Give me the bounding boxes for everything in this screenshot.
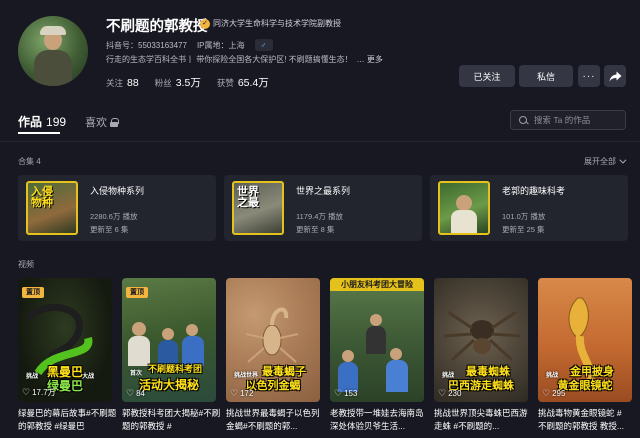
video-card[interactable]: 置顶 挑战 大战 黑曼巴 绿曼巴 ♡ 17.7万 xyxy=(18,278,112,402)
stat-likes: 获赞 65.4万 xyxy=(216,77,269,89)
video-likes: ♡ 172 xyxy=(230,388,254,399)
tab-likes[interactable]: 喜欢 xyxy=(85,114,119,130)
heart-icon: ♡ xyxy=(542,388,551,398)
video-likes: ♡ 230 xyxy=(438,388,462,399)
pinned-badge: 置顶 xyxy=(22,287,44,298)
video-card[interactable]: 挑战 最毒蜘蛛 巴西游走蜘蛛 ♡ 230 xyxy=(434,278,528,402)
video-title[interactable]: 挑战世界最毒蝎子以色列金蝎#不刷题的郭... xyxy=(226,407,326,434)
heart-icon: ♡ xyxy=(334,388,343,398)
tab-active-indicator xyxy=(18,132,60,134)
share-arrow-icon xyxy=(609,71,621,81)
collection-card-expedition[interactable]: 老郭的趣味科考 101.0万 播放 更新至 25 集 xyxy=(430,175,628,241)
profile-name: 不刷题的郭教授 xyxy=(106,19,208,35)
share-button[interactable] xyxy=(604,65,626,87)
profile-stats: 关注 88 粉丝 3.5万 获赞 65.4万 xyxy=(106,73,269,91)
gender-male-icon: ♂ xyxy=(254,39,273,51)
tab-works[interactable]: 作品 199 xyxy=(18,113,66,130)
search-icon xyxy=(519,115,528,125)
video-card[interactable]: 挑战世界 最毒蝎子 以色列金蝎 ♡ 172 xyxy=(226,278,320,402)
profile-meta: 抖音号：55033163477 IP属地：上海 ♂ xyxy=(106,39,273,51)
collection-card-invasive[interactable]: 入侵物种 入侵物种系列 2280.6万 播放 更新至 6 集 xyxy=(18,175,216,241)
avatar-figure-hat xyxy=(40,26,66,35)
heart-icon: ♡ xyxy=(22,387,31,397)
heart-icon: ♡ xyxy=(126,388,135,398)
heart-icon: ♡ xyxy=(230,388,239,398)
heart-icon: ♡ xyxy=(438,388,447,398)
stat-following[interactable]: 关注 88 xyxy=(106,73,139,91)
lock-icon xyxy=(110,117,119,127)
tabs-divider xyxy=(0,141,640,142)
video-likes: ♡ 295 xyxy=(542,388,566,399)
verified-icon: ✓ xyxy=(200,19,210,29)
bio-more-link[interactable]: … 更多 xyxy=(357,54,383,65)
video-title[interactable]: 挑战毒物黄金眼镜蛇 #不刷题的郭教授 教授... xyxy=(538,407,630,434)
avatar[interactable] xyxy=(18,16,88,86)
video-card[interactable]: 挑战 金甲披身 黄金眼镜蛇 ♡ 295 xyxy=(538,278,632,402)
collection-thumbnail xyxy=(438,181,490,235)
video-likes: ♡ 17.7万 xyxy=(22,387,56,398)
bio-text: 行走的生态学百科全书丨 带你探险全国各大保护区! 不刷题搞懂生态！ xyxy=(106,55,353,64)
works-search-input[interactable] xyxy=(534,115,624,125)
more-button[interactable]: ··· xyxy=(578,65,600,87)
video-title[interactable]: 挑战世界顶尖毒蛛巴西游走蛛 #不刷题的... xyxy=(434,407,534,434)
works-search-box[interactable] xyxy=(510,110,626,130)
chevron-down-icon xyxy=(619,156,627,164)
stat-followers[interactable]: 粉丝 3.5万 xyxy=(155,73,201,91)
profile-bio: 行走的生态学百科全书丨 带你探险全国各大保护区! 不刷题搞懂生态！ … 更多 xyxy=(106,54,383,65)
verify-text: 同济大学生命科学与技术学院副教授 xyxy=(213,19,341,28)
video-title[interactable]: 绿曼巴的幕后故事#不刷题的郭教授 #绿曼巴 xyxy=(18,407,118,434)
video-likes: ♡ 84 xyxy=(126,388,145,399)
video-title[interactable]: 郭教授科考团大揭秘#不刷题的郭教授 # xyxy=(122,407,222,434)
videos-label: 视频 xyxy=(18,260,34,269)
followed-button[interactable]: 已关注 xyxy=(459,65,515,87)
collections-label: 合集 4 xyxy=(18,157,41,166)
avatar-figure-body xyxy=(34,50,72,86)
expand-all-button[interactable]: 展开全部 xyxy=(584,156,627,167)
video-card[interactable]: 小朋友科考团大冒险 ♡ 153 xyxy=(330,278,424,402)
video-title[interactable]: 老教授带一堆娃去海南岛深处体验贝爷生活... xyxy=(330,407,430,434)
collection-thumbnail: 世界之最 xyxy=(232,181,284,235)
video-card[interactable]: 置顶 首次 不刷题科考团 活动大揭秘 ♡ 84 xyxy=(122,278,216,402)
collection-card-world-record[interactable]: 世界之最 世界之最系列 1179.4万 播放 更新至 8 集 xyxy=(224,175,422,241)
douyin-id: 抖音号：55033163477 xyxy=(106,40,187,50)
message-button[interactable]: 私信 xyxy=(519,65,573,87)
collection-thumbnail: 入侵物种 xyxy=(26,181,78,235)
ip-location: IP属地：上海 xyxy=(196,40,245,50)
pinned-badge: 置顶 xyxy=(126,287,148,298)
video-likes: ♡ 153 xyxy=(334,388,358,399)
